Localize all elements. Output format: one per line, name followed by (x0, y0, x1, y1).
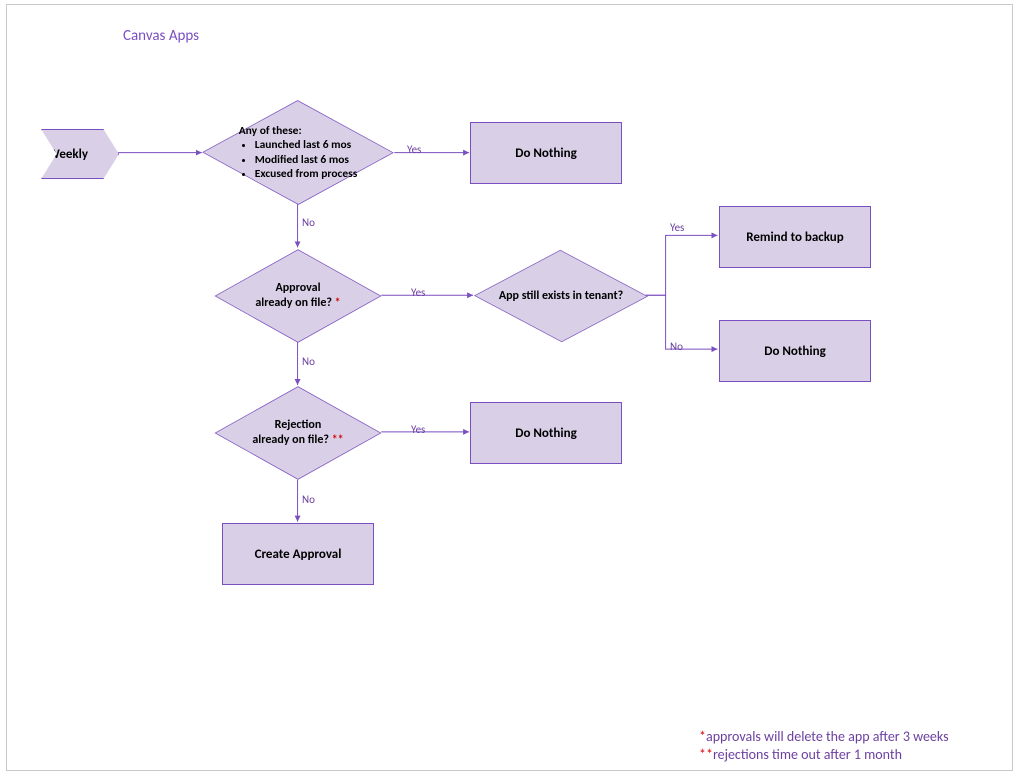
edge-no-3: No (670, 340, 683, 353)
footnote-2-text: rejections time out after 1 month (713, 746, 902, 763)
decision1-item: Launched last 6 mos (255, 138, 358, 152)
decision-any-of-these: Any of these: Launched last 6 mos Modifi… (202, 100, 394, 205)
decision-rejection-on-file: Rejection already on file? ** (214, 386, 382, 480)
footnote-1-mark: * (699, 728, 706, 745)
footnote-1-text: approvals will delete the app after 3 we… (706, 728, 949, 745)
process-create-approval: Create Approval (222, 523, 374, 585)
decision1-item: Excused from process (255, 167, 358, 181)
edge-yes-3: Yes (670, 221, 684, 234)
d2-line2: already on file? (255, 296, 334, 310)
diagram-frame: Canvas Apps Weekly Any of thes (6, 4, 1013, 771)
d4-line1: Rejection (275, 418, 322, 432)
edge-yes-4: Yes (411, 423, 425, 436)
edge-yes-2: Yes (411, 286, 425, 299)
d3-label: App still exists in tenant? (499, 289, 623, 303)
d2-mark: * (335, 296, 341, 310)
decision1-header: Any of these: (239, 124, 358, 138)
process-label: Do Nothing (515, 146, 577, 161)
decision1-list: Launched last 6 mos Modified last 6 mos … (239, 138, 358, 181)
start-weekly: Weekly (41, 129, 119, 179)
decision-approval-on-file: Approval already on file? * (214, 249, 382, 343)
process-remind-backup: Remind to backup (719, 206, 871, 268)
connectors-layer (7, 5, 1012, 770)
edge-no-2: No (302, 355, 315, 368)
decision-app-exists: App still exists in tenant? (472, 249, 650, 343)
process-label: Do Nothing (764, 344, 826, 359)
process-do-nothing-1: Do Nothing (470, 122, 622, 184)
process-label: Remind to backup (746, 230, 844, 245)
process-label: Do Nothing (515, 426, 577, 441)
diagram-title: Canvas Apps (123, 27, 199, 45)
d2-line1: Approval (275, 281, 320, 295)
footnote-2: **rejections time out after 1 month (699, 746, 902, 763)
decision1-item: Modified last 6 mos (255, 153, 358, 167)
d4-line2: already on file? (252, 433, 331, 447)
start-label: Weekly (48, 147, 88, 162)
footnote-2-mark: ** (699, 746, 713, 763)
edge-no-1: No (302, 216, 315, 229)
footnote-1: *approvals will delete the app after 3 w… (699, 728, 949, 745)
process-do-nothing-2: Do Nothing (719, 320, 871, 382)
process-do-nothing-3: Do Nothing (470, 402, 622, 464)
process-label: Create Approval (255, 547, 342, 562)
edge-yes-1: Yes (407, 143, 421, 156)
edge-no-4: No (302, 493, 315, 506)
d4-mark: ** (332, 433, 344, 447)
